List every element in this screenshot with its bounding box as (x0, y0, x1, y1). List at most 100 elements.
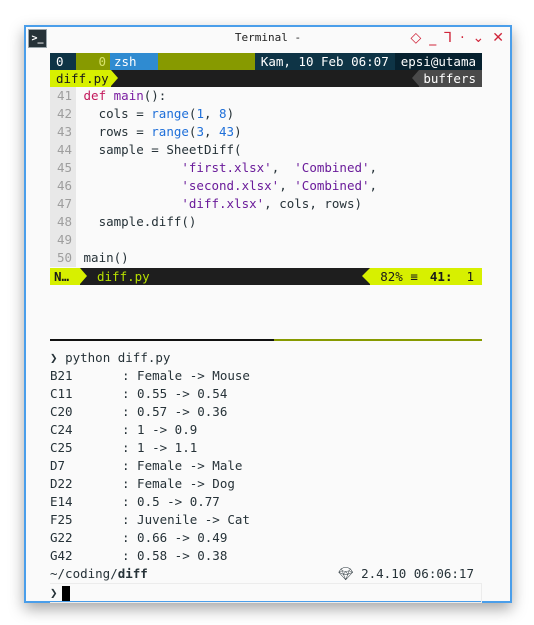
cell-ref: C24 (50, 422, 73, 437)
diff-output-line: D22 : Female -> Dog (50, 475, 482, 493)
line-number: 47 (50, 195, 76, 213)
vim-statusline: N… diff.py 82% ≡ 41: 1 (50, 268, 482, 285)
diff-output-line: G22: 0.66 -> 0.49 (50, 529, 482, 547)
code-line[interactable]: 48 sample.diff() (50, 213, 482, 231)
code-line[interactable]: 50 main() (50, 249, 482, 267)
cell-ref: B21 (50, 368, 73, 383)
tmux-window-index[interactable]: 0 (76, 53, 110, 70)
line-number: 41 (50, 87, 76, 105)
code-token: range (151, 124, 189, 139)
cell-ref: D7 (50, 458, 66, 473)
shade-icon[interactable]: · (460, 29, 464, 47)
code-token: sample = SheetDiff( (83, 142, 242, 157)
close-icon[interactable]: ✕ (492, 29, 504, 47)
cell-change: : Female -> Male (122, 458, 243, 473)
cell-change: : 1 -> 1.1 (122, 440, 198, 455)
code-line[interactable]: 41 def main(): (50, 87, 482, 105)
code-token: cols = (83, 106, 152, 121)
code-line[interactable]: 46 'second.xlsx', 'Combined', (50, 177, 482, 195)
vim-line: 41: (429, 269, 453, 284)
line-number: 42 (50, 105, 76, 123)
cell-ref: E14 (50, 494, 73, 509)
diff-output-line: E14: 0.5 -> 0.77 (50, 493, 482, 511)
pane-separator[interactable] (50, 339, 482, 341)
right-prompt: 💎︎ 2.4.10 06:06:17 (338, 565, 474, 583)
vim-tabline: diff.py buffers (50, 70, 482, 87)
code-token: , cols, rows) (264, 196, 363, 211)
diff-output-line: F25: Juvenile -> Cat (50, 511, 482, 529)
cell-change: : 0.57 -> 0.36 (122, 404, 228, 419)
ruby-version: 2.4.10 (361, 566, 407, 581)
shell-pane[interactable]: ❯ python diff.py B21: Female -> Mouse C11… (50, 349, 482, 603)
prompt-time: 06:06:17 (413, 566, 474, 581)
tab-separator-arrow (110, 70, 118, 86)
gem-icon: 💎︎ (337, 566, 354, 581)
cwd-prefix: ~/coding/ (50, 566, 118, 581)
minimize-icon[interactable]: _ (429, 29, 436, 47)
maximize-icon[interactable]: ⅂ (444, 29, 452, 47)
diff-output-line: B21 : Female -> Mouse (50, 367, 482, 385)
cell-change: : Juvenile -> Cat (122, 512, 250, 527)
diff-output-line: D7 : Female -> Male (50, 457, 482, 475)
diff-output-line: G42: 0.58 -> 0.38 (50, 547, 482, 565)
code-token: sample.diff() (83, 214, 197, 229)
code-token: main (113, 88, 144, 103)
cell-ref: C20 (50, 404, 73, 419)
cwd-dir: diff (117, 566, 148, 581)
diff-output-line: C24 : 1 -> 0.9 (50, 421, 482, 439)
vim-tab-active[interactable]: diff.py (50, 70, 111, 87)
code-token: ) (226, 106, 235, 121)
vim-col: 1 (466, 269, 474, 284)
code-token: , (271, 160, 295, 175)
code-line[interactable]: 43 rows = range(3, 43) (50, 123, 482, 141)
tmux-session: 0 (50, 53, 76, 70)
terminal-content[interactable]: 0 0 zsh Kam, 10 Feb 06:07 epsi@utama dif… (50, 53, 482, 603)
keep-above-icon[interactable]: ◇ (410, 29, 421, 47)
menu-icon[interactable]: ⌄ (473, 29, 485, 47)
tmux-datetime: Kam, 10 Feb 06:07 (254, 53, 395, 70)
vim-status-filename: diff.py (97, 269, 150, 284)
code-token: range (151, 106, 189, 121)
code-token: , (279, 178, 295, 193)
code-token: 'diff.xlsx' (181, 196, 265, 211)
vim-status-position: 82% ≡ 41: 1 (370, 268, 482, 285)
window-controls: ◇ _ ⅂ · ⌄ ✕ (410, 29, 504, 47)
cell-change: : 0.58 -> 0.38 (122, 548, 228, 563)
code-line[interactable]: 45 'first.xlsx', 'Combined', (50, 159, 482, 177)
shell-input-line[interactable]: ❯ (50, 583, 482, 603)
tmux-window-name[interactable]: zsh (110, 53, 158, 70)
cell-change: : 1 -> 0.9 (122, 422, 198, 437)
line-number: 43 (50, 123, 76, 141)
code-token: , (369, 178, 378, 193)
cell-change: : Female -> Mouse (122, 368, 250, 383)
cell-ref: G22 (50, 530, 73, 545)
buffers-separator-arrow (412, 70, 420, 86)
vim-buffers-label: buffers (419, 70, 482, 87)
line-number: 50 (50, 249, 76, 267)
cell-change: : Female -> Dog (122, 476, 235, 491)
command-output: B21: Female -> Mouse C11: 0.55 -> 0.54 C20… (50, 367, 482, 565)
diff-output-line: C20 : 0.57 -> 0.36 (50, 403, 482, 421)
code-token: 43 (219, 124, 235, 139)
vim-editor-buffer[interactable]: 41 def main(): 42 cols = range(1, 8) 43 ro… (50, 87, 482, 267)
terminal-window: >_ Terminal - ◇ _ ⅂ · ⌄ ✕ 0 0 zsh Kam, 1… (24, 25, 512, 603)
text-cursor (61, 586, 70, 601)
code-line[interactable]: 42 cols = range(1, 8) (50, 105, 482, 123)
title-bar[interactable]: >_ Terminal - ◇ _ ⅂ · ⌄ ✕ (26, 27, 510, 51)
line-number: 48 (50, 213, 76, 231)
code-token: rows = (83, 124, 152, 139)
code-line[interactable]: 49 (50, 231, 482, 249)
code-token: 3 (196, 124, 204, 139)
code-token: 1 (196, 106, 204, 121)
cell-ref: D22 (50, 476, 73, 491)
code-token: ) (234, 124, 242, 139)
cell-change: : 0.55 -> 0.54 (122, 386, 228, 401)
code-token: , (369, 160, 378, 175)
command-text: python diff.py (65, 350, 171, 365)
code-line[interactable]: 44 sample = SheetDiff( (50, 141, 482, 159)
code-token: , (203, 124, 220, 139)
code-line[interactable]: 47 'diff.xlsx', cols, rows) (50, 195, 482, 213)
code-token: main() (83, 250, 129, 265)
